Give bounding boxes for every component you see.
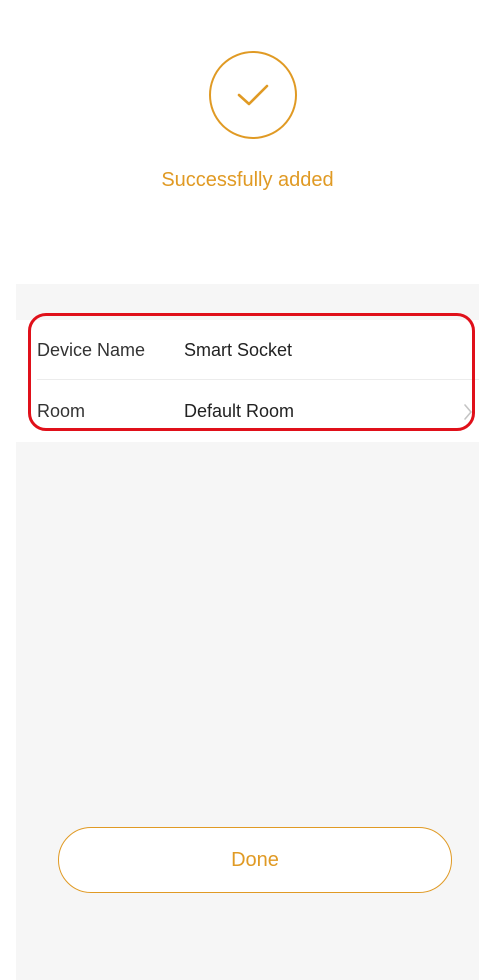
device-name-row[interactable]: Device Name Smart Socket — [16, 320, 479, 381]
success-panel: Successfully added — [16, 0, 479, 284]
done-button[interactable]: Done — [58, 827, 452, 893]
device-name-value[interactable]: Smart Socket — [184, 340, 292, 361]
row-divider — [37, 379, 479, 380]
device-name-label: Device Name — [37, 340, 146, 360]
room-value: Default Room — [184, 401, 295, 421]
chevron-right-icon[interactable] — [463, 403, 473, 421]
room-row[interactable]: Room Default Room — [16, 381, 479, 442]
success-message: Successfully added — [161, 169, 334, 191]
checkmark-icon — [209, 51, 297, 139]
device-info-card: Device Name Smart Socket Room Default Ro… — [16, 320, 479, 442]
room-label: Room — [37, 401, 86, 421]
